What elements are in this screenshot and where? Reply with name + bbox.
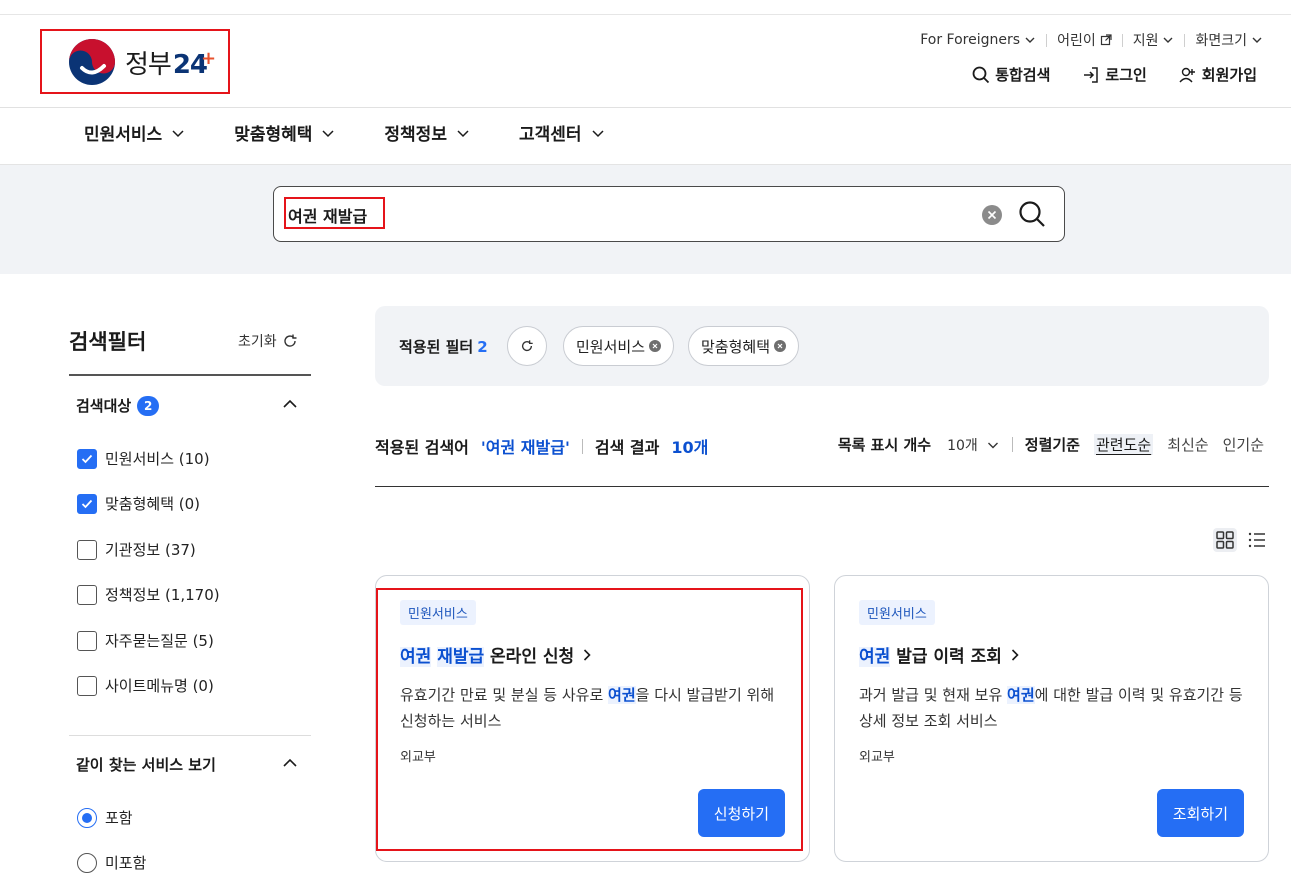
filter-reset-button[interactable]: 초기화 xyxy=(238,331,298,351)
summary-divider xyxy=(581,438,583,454)
card-description: 과거 발급 및 현재 보유 여권에 대한 발급 이력 및 유효기간 등 상세 정… xyxy=(859,686,1243,730)
query-highlight-box xyxy=(284,197,385,229)
checkbox-checked-icon[interactable] xyxy=(77,448,97,469)
card-organization: 외교부 xyxy=(859,750,895,765)
sort-latest[interactable]: 최신순 xyxy=(1167,434,1208,455)
refresh-icon xyxy=(283,334,297,347)
user-plus-icon xyxy=(1179,67,1195,82)
card-title-link[interactable]: 여권 발급 이력 조회 xyxy=(859,642,1022,667)
radio-selected-icon[interactable] xyxy=(77,807,97,828)
util-for-foreigners[interactable]: For Foreigners xyxy=(920,32,1046,48)
clear-search-icon[interactable] xyxy=(982,205,1002,225)
filter-target-header[interactable]: 검색대상 2 xyxy=(76,395,160,416)
list-count-select[interactable]: 10개 xyxy=(947,435,1000,455)
radio-empty-icon[interactable] xyxy=(77,852,97,873)
chevron-up-icon[interactable] xyxy=(281,754,299,772)
filter-option-faq[interactable]: 자주묻는질문 (5) xyxy=(77,630,214,651)
signup-link[interactable]: 회원가입 xyxy=(1179,64,1257,85)
nav-customer-center[interactable]: 고객센터 xyxy=(519,120,606,145)
utility-menu: For Foreigners 어린이 지원 화면크기 xyxy=(920,30,1263,50)
card-category-tag: 민원서비스 xyxy=(859,600,935,625)
chevron-down-icon xyxy=(172,129,184,137)
grid-view-icon[interactable] xyxy=(1213,528,1237,552)
related-service-header[interactable]: 같이 찾는 서비스 보기 xyxy=(76,754,216,775)
result-summary: 적용된 검색어 '여권 재발급' 검색 결과 10개 xyxy=(375,434,708,458)
filter-divider xyxy=(69,735,311,736)
filter-option-sitemenu[interactable]: 사이트메뉴명 (0) xyxy=(77,675,214,696)
sort-relevance[interactable]: 관련도순 xyxy=(1093,434,1154,455)
reset-filters-button[interactable] xyxy=(507,326,547,366)
login-icon xyxy=(1084,66,1099,83)
account-menu: 통합검색 로그인 회원가입 xyxy=(972,64,1257,85)
checkbox-empty-icon[interactable] xyxy=(77,630,97,651)
filter-count-badge: 2 xyxy=(137,395,160,416)
chevron-down-icon xyxy=(322,129,334,137)
result-count: 10개 xyxy=(671,438,709,457)
util-support[interactable]: 지원 xyxy=(1123,30,1185,50)
sort-bar: 목록 표시 개수 10개 정렬기준 관련도순 최신순 인기순 xyxy=(837,434,1264,455)
refresh-icon xyxy=(521,340,533,352)
top-divider xyxy=(0,14,1291,15)
filter-chip-benefits[interactable]: 맞춤형혜택 xyxy=(688,326,800,366)
search-submit-icon[interactable] xyxy=(1018,200,1046,232)
view-toggle xyxy=(1213,528,1269,552)
filter-option-benefits[interactable]: 맞춤형혜택 (0) xyxy=(77,493,200,514)
util-screen-size[interactable]: 화면크기 xyxy=(1185,30,1263,50)
main-navigation: 민원서비스 맞춤형혜택 정책정보 고객센터 xyxy=(84,120,606,145)
chevron-down-icon xyxy=(987,442,998,448)
sort-divider xyxy=(1011,437,1013,452)
chevron-down-icon xyxy=(1025,37,1035,43)
card-highlight-box xyxy=(376,588,803,851)
result-divider xyxy=(375,486,1269,487)
filter-option-agency[interactable]: 기관정보 (37) xyxy=(77,539,196,560)
chevron-right-icon xyxy=(1011,648,1019,661)
filter-title: 검색필터 xyxy=(69,330,147,354)
util-kids[interactable]: 어린이 xyxy=(1047,30,1122,50)
remove-chip-icon[interactable] xyxy=(774,340,787,352)
checkbox-empty-icon[interactable] xyxy=(77,539,97,560)
service-card: 민원서비스 여권 발급 이력 조회 과거 발급 및 현재 보유 여권에 대한 발… xyxy=(834,575,1269,862)
applied-filter-bar: 적용된 필터 2 민원서비스 맞춤형혜택 xyxy=(375,306,1269,386)
integrated-search-link[interactable]: 통합검색 xyxy=(972,64,1050,85)
chevron-down-icon xyxy=(457,129,469,137)
sort-popular[interactable]: 인기순 xyxy=(1223,434,1264,455)
login-link[interactable]: 로그인 xyxy=(1082,64,1147,85)
remove-chip-icon[interactable] xyxy=(649,340,662,352)
checkbox-checked-icon[interactable] xyxy=(77,493,97,514)
card-title: 여권 발급 이력 조회 xyxy=(859,647,1002,667)
radio-exclude[interactable]: 미포함 xyxy=(77,852,146,873)
chevron-down-icon xyxy=(592,129,604,137)
applied-filter-label: 적용된 필터 2 xyxy=(399,338,488,356)
filter-option-civil[interactable]: 민원서비스 (10) xyxy=(77,448,210,469)
checkbox-empty-icon[interactable] xyxy=(77,584,97,605)
logo-highlight-box xyxy=(40,29,230,94)
chevron-down-icon xyxy=(1252,37,1262,43)
result-keyword: '여권 재발급' xyxy=(480,438,570,457)
search-icon xyxy=(972,66,990,83)
inquiry-button[interactable]: 조회하기 xyxy=(1156,789,1244,837)
search-input[interactable]: 여권 재발급 xyxy=(273,186,1065,242)
filter-divider xyxy=(69,374,311,376)
external-link-icon xyxy=(1100,34,1112,46)
filter-option-policy[interactable]: 정책정보 (1,170) xyxy=(77,584,220,605)
nav-policy-info[interactable]: 정책정보 xyxy=(384,120,471,145)
checkbox-empty-icon[interactable] xyxy=(77,675,97,696)
list-view-icon[interactable] xyxy=(1245,528,1269,552)
filter-chip-civil[interactable]: 민원서비스 xyxy=(563,326,675,366)
chevron-up-icon[interactable] xyxy=(281,395,299,413)
header-divider xyxy=(0,107,1291,108)
nav-custom-benefits[interactable]: 맞춤형혜택 xyxy=(234,120,336,145)
chevron-down-icon xyxy=(1163,37,1173,43)
nav-civil-service[interactable]: 민원서비스 xyxy=(84,120,186,145)
radio-include[interactable]: 포함 xyxy=(77,807,133,828)
